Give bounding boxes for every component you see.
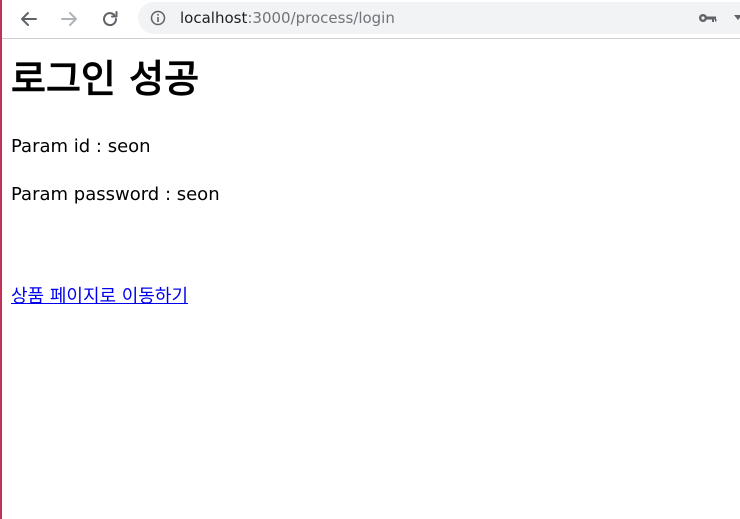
page-content: 로그인 성공 Param id : seon Param password : …: [11, 40, 731, 307]
back-button[interactable]: [14, 4, 44, 34]
param-id-label: Param id :: [11, 136, 108, 157]
url-host: localhost: [180, 9, 248, 27]
forward-arrow-icon: [61, 12, 77, 26]
key-icon[interactable]: [698, 11, 718, 25]
param-password-label: Param password :: [11, 184, 177, 205]
param-password-line: Param password : seon: [11, 183, 220, 207]
reload-button[interactable]: [95, 4, 125, 34]
browser-window: localhost:3000/process/login 로그인 성공 Para…: [0, 0, 740, 519]
forward-button[interactable]: [54, 4, 84, 34]
browser-toolbar: localhost:3000/process/login: [2, 0, 740, 39]
param-password-value: seon: [176, 184, 220, 205]
address-bar[interactable]: localhost:3000/process/login: [138, 2, 740, 34]
url-path: :3000/process/login: [247, 9, 395, 27]
reload-icon: [103, 11, 118, 27]
url-text[interactable]: localhost:3000/process/login: [180, 8, 395, 28]
info-icon[interactable]: [150, 10, 166, 26]
page-title: 로그인 성공: [11, 57, 200, 101]
param-id-value: seon: [107, 136, 151, 157]
back-arrow-icon: [21, 12, 37, 26]
chevron-down-icon[interactable]: [734, 15, 740, 20]
param-id-line: Param id : seon: [11, 135, 151, 159]
product-page-link[interactable]: 상품 페이지로 이동하기: [11, 285, 188, 309]
